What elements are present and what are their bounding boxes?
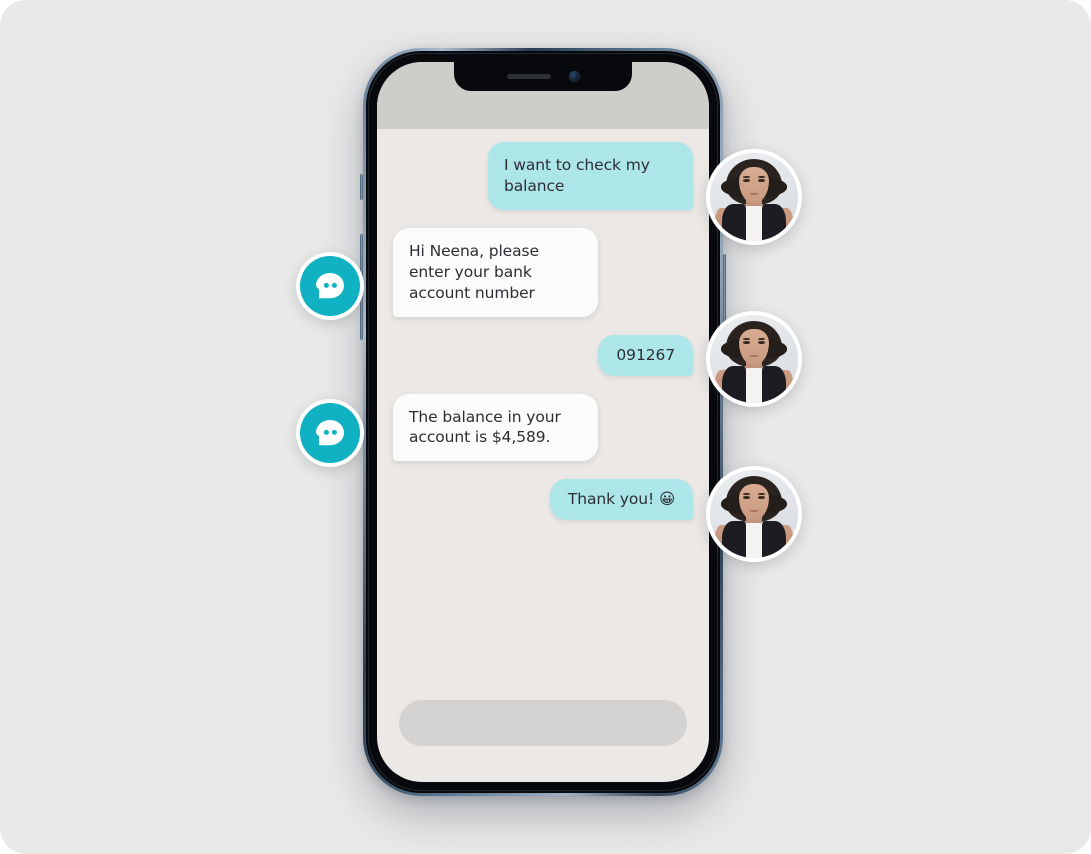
chat-thread: I want to check my balance Hi Neena, ple… xyxy=(377,129,709,782)
grinning-face-emoji-icon: 😀 xyxy=(658,490,675,509)
bot-avatar-1[interactable] xyxy=(296,252,364,320)
user-avatar-1[interactable] xyxy=(706,149,802,245)
chat-bubble-icon xyxy=(316,273,344,299)
portrait-brow-right xyxy=(757,175,766,178)
message-row: I want to check my balance xyxy=(393,142,693,210)
chat-bubble-outgoing[interactable]: I want to check my balance xyxy=(488,142,693,210)
portrait-brow-left xyxy=(742,337,751,340)
portrait-brow-left xyxy=(742,175,751,178)
chat-bubble-incoming[interactable]: The balance in your account is $4,589. xyxy=(393,393,598,462)
user-avatar-2[interactable] xyxy=(706,311,802,407)
message-row: 091267 xyxy=(393,334,693,376)
portrait-vest-left xyxy=(722,366,747,403)
user-avatar-photo xyxy=(710,470,798,558)
portrait-vest-right xyxy=(761,204,786,241)
message-row: Hi Neena, please enter your bank account… xyxy=(393,227,693,317)
front-camera-icon xyxy=(568,70,580,82)
portrait-mouth xyxy=(750,354,758,357)
bot-avatar-disc xyxy=(300,403,360,463)
chat-bubble-outgoing[interactable]: Thank you! 😀 xyxy=(549,479,693,521)
portrait-vest-left xyxy=(722,521,747,558)
user-avatar-photo xyxy=(710,153,798,241)
canvas: I want to check my balance Hi Neena, ple… xyxy=(0,0,1091,854)
chat-bubble-text: Thank you! xyxy=(567,490,659,509)
chat-bubble-outgoing[interactable]: 091267 xyxy=(598,334,693,376)
portrait-mouth xyxy=(750,192,758,195)
phone-screen: I want to check my balance Hi Neena, ple… xyxy=(377,62,709,782)
phone-mockup: I want to check my balance Hi Neena, ple… xyxy=(360,48,726,796)
portrait-mouth xyxy=(750,509,758,512)
chat-bubble-icon xyxy=(316,420,344,446)
bot-avatar-2[interactable] xyxy=(296,399,364,467)
phone-notch xyxy=(454,62,632,91)
chat-bubble-incoming[interactable]: Hi Neena, please enter your bank account… xyxy=(393,227,598,317)
portrait-brow-right xyxy=(757,337,766,340)
earpiece-speaker-icon xyxy=(506,73,551,79)
message-composer-input[interactable] xyxy=(399,700,687,746)
mute-switch[interactable] xyxy=(360,174,363,200)
user-avatar-3[interactable] xyxy=(706,466,802,562)
user-avatar-photo xyxy=(710,315,798,403)
portrait-vest-left xyxy=(722,204,747,241)
message-row: The balance in your account is $4,589. xyxy=(393,393,693,462)
portrait-vest-right xyxy=(761,366,786,403)
bot-avatar-disc xyxy=(300,256,360,316)
portrait-brow-left xyxy=(742,492,751,495)
message-row: Thank you! 😀 xyxy=(393,479,693,521)
portrait-brow-right xyxy=(757,492,766,495)
portrait-vest-right xyxy=(761,521,786,558)
power-button[interactable] xyxy=(723,254,726,324)
